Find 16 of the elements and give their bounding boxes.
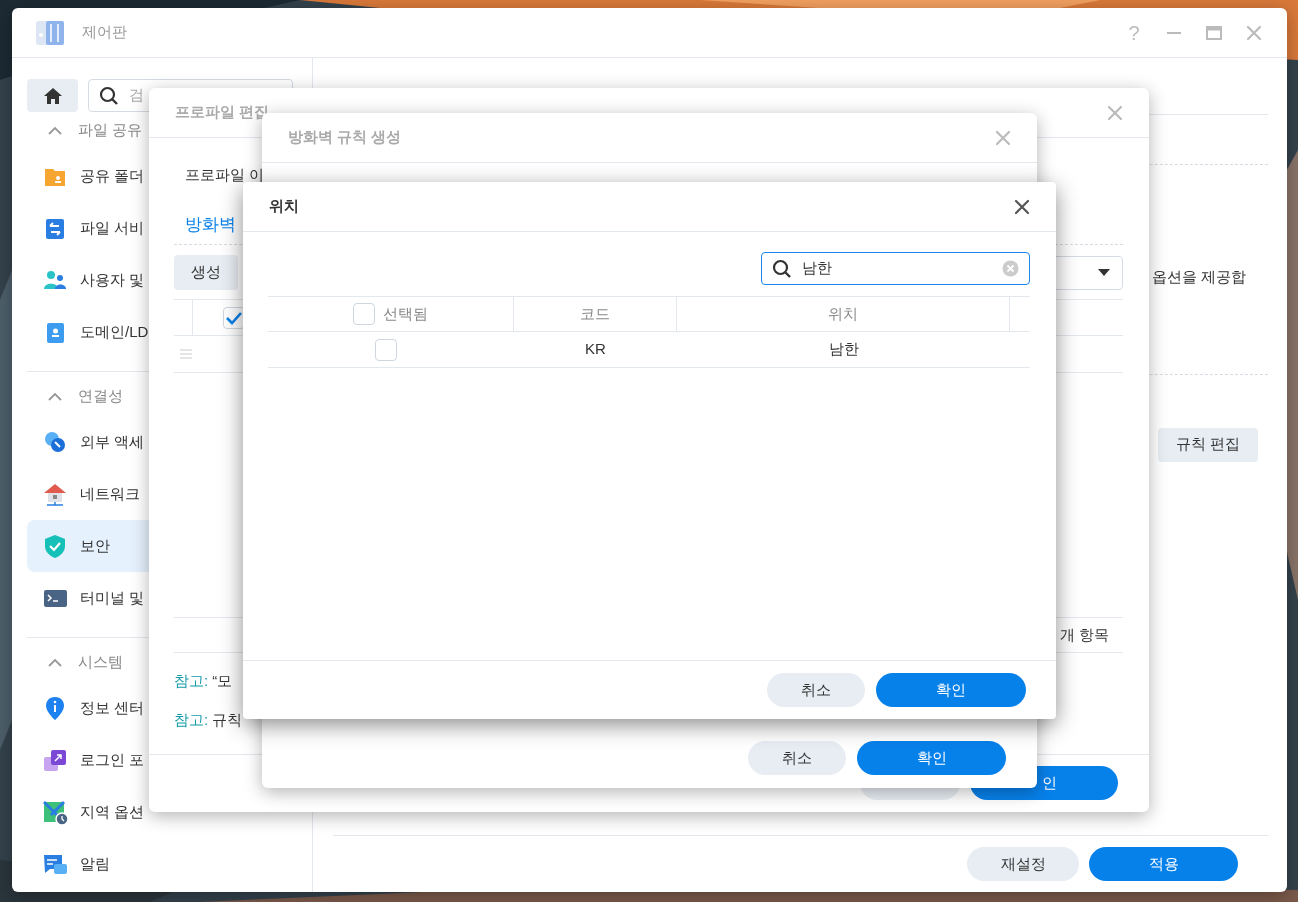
note-text: 참고: “모 — [174, 671, 233, 691]
column-header: 코드 — [580, 303, 610, 324]
window-title: 제어판 — [82, 22, 127, 43]
field-label: 프로파일 이 — [185, 165, 266, 185]
dialog-title: 방화벽 규칙 생성 — [288, 127, 402, 148]
table-cell-text: KR — [585, 339, 606, 360]
section-title: 시스템 — [78, 651, 123, 672]
description-text: 옵션을 제공합 — [1151, 267, 1246, 287]
note-text: 참고: 규칙 — [174, 709, 243, 730]
column-header: 위치 — [828, 303, 858, 324]
item-count: 개 항목 — [1059, 624, 1109, 645]
section-title: 연결성 — [78, 385, 123, 406]
dialog-title: 위치 — [269, 196, 299, 217]
table-cell-text: 남한 — [828, 339, 859, 360]
section-title: 파일 공유 — [78, 119, 143, 140]
column-header: 선택됨 — [383, 303, 428, 324]
